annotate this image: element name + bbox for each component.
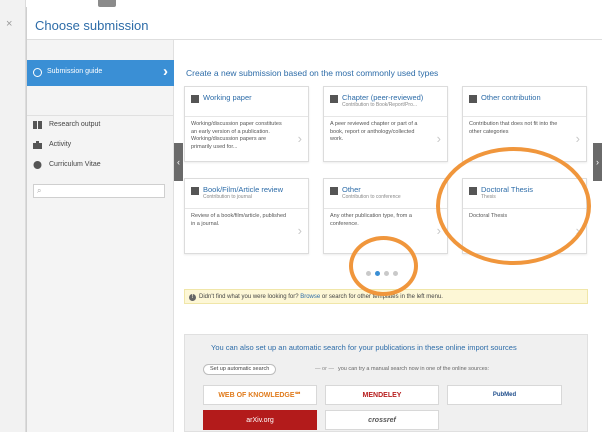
card-description: A peer reviewed chapter or part of a boo… [330,121,418,142]
template-card-doctoral-thesis[interactable]: Doctoral Thesis Thesis Doctoral Thesis › [462,178,587,254]
intro-text: Create a new submission based on the mos… [186,68,439,78]
notice-bar: ! Didn't find what you were looking for?… [184,289,588,304]
submission-guide-button[interactable]: Submission guide › [27,60,174,86]
card-header: Other contribution [463,87,586,117]
pager-dot[interactable] [384,271,389,276]
person-icon [33,161,42,169]
source-web-of-knowledge[interactable]: WEB OF KNOWLEDGE℠ [203,385,317,405]
card-subtitle: Contribution to journal [203,194,252,200]
sidebar-item-label: Research output [49,121,101,128]
manual-search-text: you can try a manual search now in one o… [338,366,490,372]
template-card-review[interactable]: Book/Film/Article review Contribution to … [184,178,309,254]
sidebar-search-input[interactable]: ⌕ [33,184,165,198]
chevron-right-icon: › [575,223,580,238]
template-card-other-contribution[interactable]: Other contribution Contribution that doe… [462,86,587,162]
card-title: Chapter (peer-reviewed) [342,93,424,102]
main-panel: Create a new submission based on the mos… [181,40,591,432]
book-icon [330,187,338,195]
card-subtitle: Thesis [481,194,496,200]
template-card-chapter[interactable]: Chapter (peer-reviewed) Contribution to B… [323,86,448,162]
choose-submission-dialog: Choose submission Submission guide › Res… [26,7,602,432]
search-icon: ⌕ [37,186,42,195]
source-pubmed[interactable]: PubMed [447,385,562,405]
book-icon [191,187,199,195]
sidebar: Submission guide › Research output Activ… [27,40,174,432]
sidebar-divider [27,115,174,116]
card-subtitle: Contribution to conference [342,194,401,200]
source-crossref[interactable]: crossref [325,410,439,430]
book-icon [469,95,477,103]
book-icon [33,121,42,129]
chevron-right-icon: › [297,131,302,146]
pager-dot[interactable] [375,271,380,276]
submission-guide-label: Submission guide [47,68,103,75]
card-title: Doctoral Thesis [481,185,533,194]
book-icon [330,95,338,103]
chevron-right-icon: › [596,157,599,167]
chevron-right-icon: › [575,131,580,146]
pager-dot[interactable] [393,271,398,276]
chevron-right-icon: › [436,223,441,238]
source-mendeley[interactable]: MENDELEY [325,385,439,405]
template-card-working-paper[interactable]: Working paper Working/discussion paper c… [184,86,309,162]
source-arxiv[interactable]: arXiv.org [203,410,317,430]
sidebar-item-activity[interactable]: Activity [33,141,71,153]
chevron-right-icon: › [297,223,302,238]
dialog-title: Choose submission [27,7,602,40]
card-description: Working/discussion paper constitutes an … [191,121,282,150]
sidebar-item-label: Activity [49,141,72,148]
card-header: Chapter (peer-reviewed) Contribution to B… [324,87,447,117]
card-title: Other contribution [481,93,541,102]
pager-dot[interactable] [366,271,371,276]
card-title: Working paper [203,93,252,102]
book-icon [191,95,199,103]
chevron-left-icon: ‹ [177,157,180,167]
card-description: Review of a book/film/article, published… [191,213,287,227]
import-text: You can also set up an automatic search … [211,343,517,352]
card-title: Other [342,185,361,194]
close-icon[interactable]: × [6,18,12,30]
card-header: Book/Film/Article review Contribution to … [185,179,308,209]
book-icon [469,187,477,195]
sidebar-item-label: Curriculum Vitae [49,161,101,168]
browse-link[interactable]: Browse [300,294,320,300]
left-panel-strip: × [0,0,26,432]
carousel-pager [366,263,402,276]
chevron-right-icon: › [436,131,441,146]
sidebar-item-research-output[interactable]: Research output [33,121,100,133]
briefcase-icon [33,141,42,149]
card-header: Doctoral Thesis Thesis [463,179,586,209]
sidebar-item-curriculum-vitae[interactable]: Curriculum Vitae [33,161,101,173]
card-header: Working paper [185,87,308,117]
info-icon: ! [189,294,196,301]
notice-text-after: or search for other templates in the lef… [320,294,443,300]
import-sources-panel: You can also set up an automatic search … [184,334,588,432]
card-description: Doctoral Thesis [469,213,508,219]
card-title: Book/Film/Article review [203,185,284,194]
guide-icon [33,68,42,77]
chevron-right-icon: › [163,63,168,80]
card-subtitle: Contribution to Book/Report/Pro... [342,102,418,108]
card-description: Any other publication type, from a confe… [330,213,412,227]
card-description: Contribution that does not fit into the … [469,121,558,135]
carousel-next-button[interactable]: › [593,143,602,181]
template-card-other[interactable]: Other Contribution to conference Any othe… [323,178,448,254]
drag-handle[interactable] [98,0,116,7]
or-separator: — or — [315,366,334,372]
setup-automatic-search-button[interactable]: Set up automatic search [203,364,277,375]
card-header: Other Contribution to conference [324,179,447,209]
notice-text-before: Didn't find what you were looking for? [199,294,301,300]
